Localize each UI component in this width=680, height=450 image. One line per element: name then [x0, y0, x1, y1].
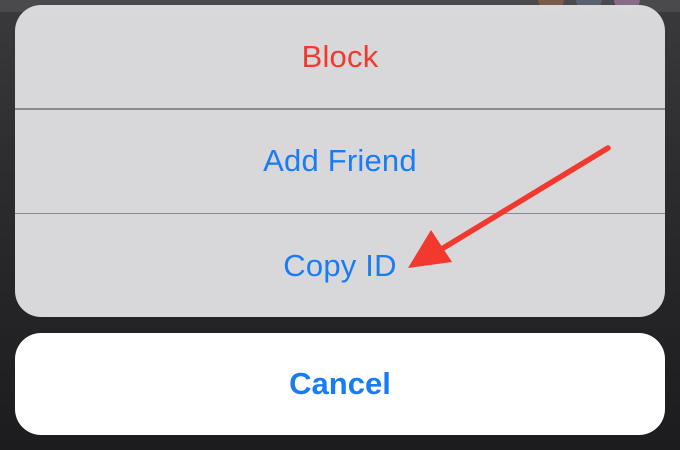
cancel-button[interactable]: Cancel [15, 333, 665, 435]
screen: Block Add Friend Copy ID Cancel [0, 0, 680, 450]
action-sheet: Block Add Friend Copy ID [15, 5, 665, 317]
copy-id-button[interactable]: Copy ID [15, 214, 665, 317]
add-friend-button[interactable]: Add Friend [15, 110, 665, 213]
block-button[interactable]: Block [15, 5, 665, 108]
